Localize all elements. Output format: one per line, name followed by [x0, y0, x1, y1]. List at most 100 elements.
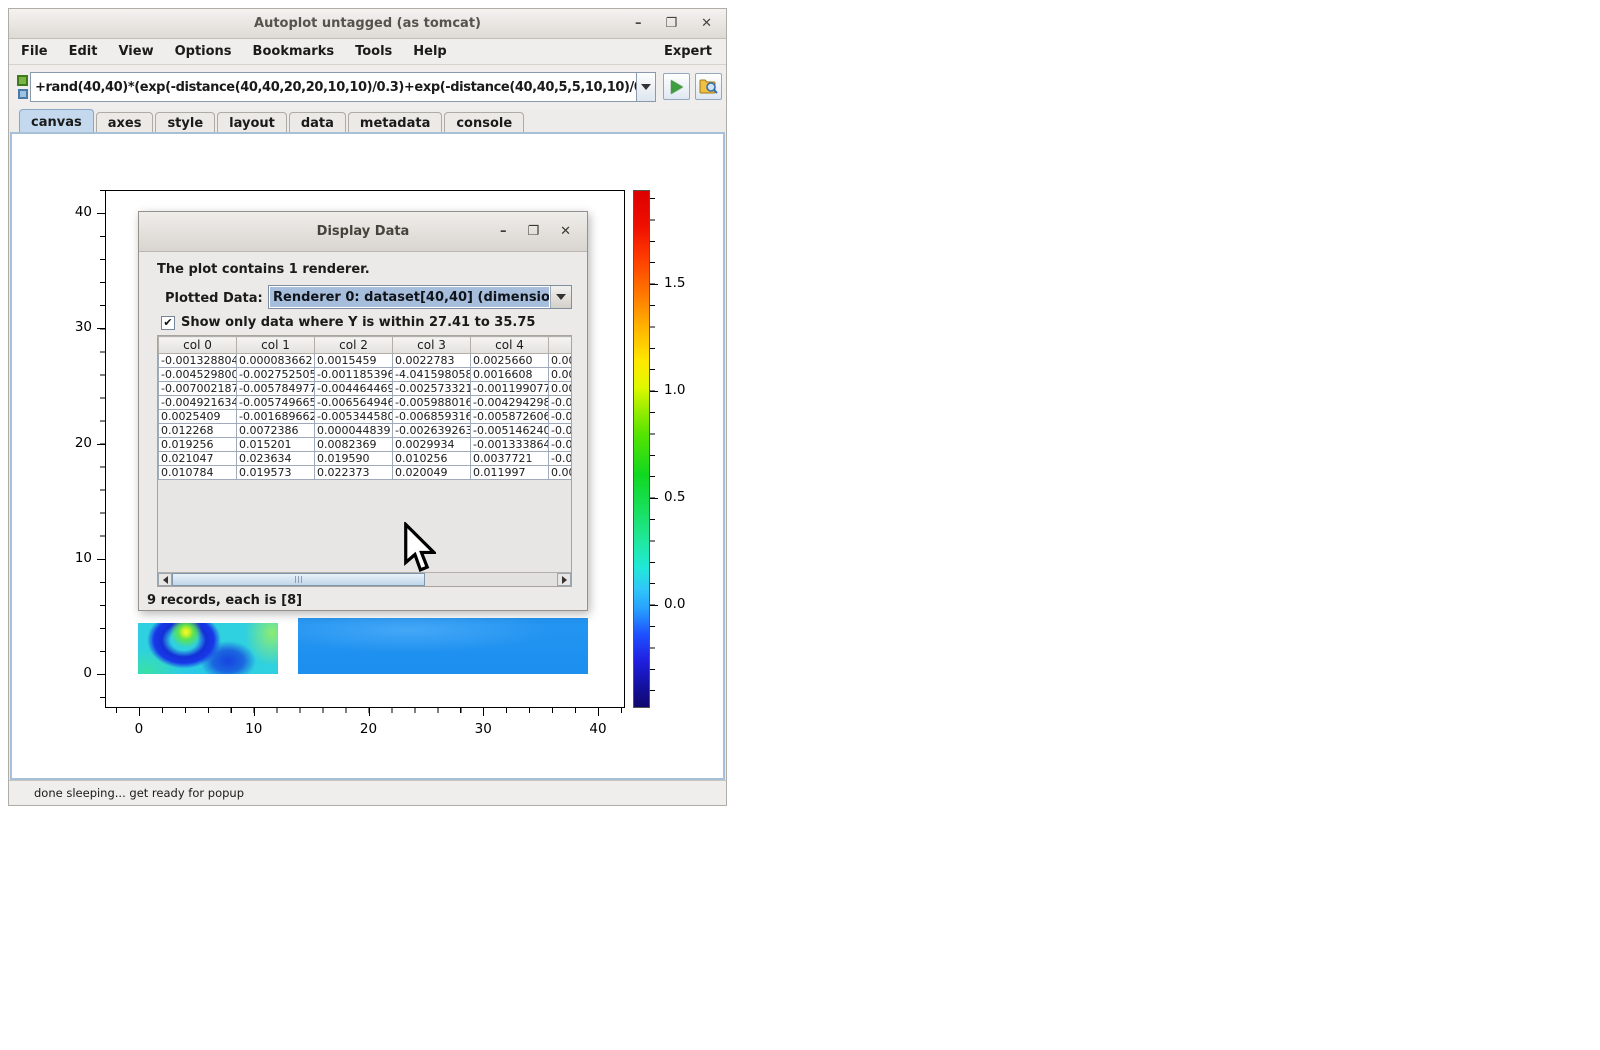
table-cell[interactable]: -0.005749665... — [237, 396, 315, 410]
table-cell[interactable]: 0.0015459 — [315, 354, 393, 368]
dialog-close-icon[interactable]: ✕ — [560, 225, 571, 238]
table-cell[interactable]: -0.004921634... — [159, 396, 237, 410]
table-cell[interactable]: 0.023634 — [237, 452, 315, 466]
tab-style[interactable]: style — [155, 112, 215, 132]
table-cell[interactable]: -0.004464469... — [315, 382, 393, 396]
table-cell[interactable]: -0.002639263... — [393, 424, 471, 438]
table-cell[interactable]: -0.007002187... — [159, 382, 237, 396]
table-cell[interactable]: -0.001328804... — [159, 354, 237, 368]
table-cell[interactable]: -0.001199077... — [471, 382, 549, 396]
expert-toggle[interactable]: Expert — [664, 44, 712, 59]
table-cell[interactable]: -0.0 — [549, 452, 573, 466]
menu-view[interactable]: View — [118, 44, 153, 59]
table-cell[interactable]: -0.002573321... — [393, 382, 471, 396]
column-header[interactable]: col 4 — [471, 337, 549, 354]
tab-axes[interactable]: axes — [96, 112, 154, 132]
minimize-icon[interactable]: – — [635, 17, 642, 30]
table-cell[interactable]: -0.002752505... — [237, 368, 315, 382]
table-cell[interactable]: 0.000044839 — [315, 424, 393, 438]
table-cell[interactable]: -0.005146240... — [471, 424, 549, 438]
table-cell[interactable]: -0.006859316... — [393, 410, 471, 424]
table-cell[interactable]: -0.0 — [549, 424, 573, 438]
scrollbar-track[interactable] — [172, 573, 557, 586]
table-cell[interactable]: -4.041598058... — [393, 368, 471, 382]
close-icon[interactable]: ✕ — [701, 17, 712, 30]
table-cell[interactable]: 0.022373 — [315, 466, 393, 480]
dialog-titlebar[interactable]: Display Data – ❐ ✕ — [139, 212, 587, 252]
table-cell[interactable]: 0.010256 — [393, 452, 471, 466]
dialog-minimize-icon[interactable]: – — [500, 225, 507, 238]
table-cell[interactable]: 0.0016608 — [471, 368, 549, 382]
table-cell[interactable]: 0.020049 — [393, 466, 471, 480]
plotted-data-combobox[interactable]: Renderer 0: dataset[40,40] (dimension... — [268, 285, 572, 309]
y-filter-checkbox[interactable] — [161, 316, 175, 330]
table-cell[interactable]: 0.0072386 — [237, 424, 315, 438]
menu-file[interactable]: File — [21, 44, 48, 59]
table-cell[interactable]: 0.00 — [549, 382, 573, 396]
column-header[interactable]: col 3 — [393, 337, 471, 354]
table-cell[interactable]: -0.001333864... — [471, 438, 549, 452]
table-cell[interactable]: -0.0 — [549, 438, 573, 452]
tab-layout[interactable]: layout — [217, 112, 287, 132]
uri-input[interactable]: +rand(40,40)*(exp(-distance(40,40,20,20,… — [30, 72, 636, 102]
table-cell[interactable]: -0.0 — [549, 396, 573, 410]
table-cell[interactable]: -0.001689662... — [237, 410, 315, 424]
tab-metadata[interactable]: metadata — [348, 112, 442, 132]
table-cell[interactable]: 0.0082369 — [315, 438, 393, 452]
table-cell[interactable]: -0.004529800... — [159, 368, 237, 382]
colorbar[interactable] — [633, 190, 650, 708]
table-cell[interactable]: 0.000083662 — [237, 354, 315, 368]
table-cell[interactable]: 0.015201 — [237, 438, 315, 452]
table-row: -0.007002187...-0.005784977...-0.0044644… — [159, 382, 573, 396]
table-cell[interactable]: -0.005784977... — [237, 382, 315, 396]
table-cell[interactable]: 0.00 — [549, 466, 573, 480]
table-cell[interactable]: -0.005988016... — [393, 396, 471, 410]
table-cell[interactable]: 0.0022783 — [393, 354, 471, 368]
uri-dropdown-button[interactable] — [636, 72, 656, 102]
tab-console[interactable]: console — [444, 112, 524, 132]
table-cell[interactable]: 0.0037721 — [471, 452, 549, 466]
table-cell[interactable]: 0.012268 — [159, 424, 237, 438]
table-cell[interactable]: -0.006564946... — [315, 396, 393, 410]
table-cell[interactable]: 0.00 — [549, 368, 573, 382]
dialog-maximize-icon[interactable]: ❐ — [527, 225, 539, 238]
scroll-left-button[interactable] — [158, 573, 172, 586]
tab-data[interactable]: data — [289, 112, 346, 132]
table-cell[interactable]: 0.010784 — [159, 466, 237, 480]
column-header[interactable]: col 1 — [237, 337, 315, 354]
column-header[interactable] — [549, 337, 573, 354]
table-cell[interactable]: 0.0029934 — [393, 438, 471, 452]
table-cell[interactable]: -0.001185396... — [315, 368, 393, 382]
combobox-arrow-button[interactable] — [550, 286, 571, 308]
table-cell[interactable]: 0.019256 — [159, 438, 237, 452]
table-cell[interactable]: -0.005872606... — [471, 410, 549, 424]
horizontal-scrollbar[interactable] — [158, 572, 571, 586]
inspect-file-button[interactable] — [695, 73, 722, 100]
scroll-right-button[interactable] — [557, 573, 571, 586]
menu-options[interactable]: Options — [175, 44, 232, 59]
menu-edit[interactable]: Edit — [69, 44, 98, 59]
table-cell[interactable]: 0.011997 — [471, 466, 549, 480]
table-cell[interactable]: -0.004294298... — [471, 396, 549, 410]
maximize-icon[interactable]: ❐ — [665, 17, 677, 30]
table-cell[interactable]: 0.0025660 — [471, 354, 549, 368]
table-cell[interactable]: 0.021047 — [159, 452, 237, 466]
column-header[interactable]: col 2 — [315, 337, 393, 354]
blue-square-icon — [18, 89, 28, 99]
menu-help[interactable]: Help — [413, 44, 446, 59]
column-header[interactable]: col 0 — [159, 337, 237, 354]
window-title: Autoplot untagged (as tomcat) — [254, 16, 481, 31]
table-cell[interactable]: 0.0025409 — [159, 410, 237, 424]
uri-toolbar: +rand(40,40)*(exp(-distance(40,40,20,20,… — [9, 65, 726, 109]
window-titlebar[interactable]: Autoplot untagged (as tomcat) – ❐ ✕ — [9, 9, 726, 39]
table-cell[interactable]: 0.019590 — [315, 452, 393, 466]
go-button[interactable] — [663, 73, 690, 100]
tab-canvas[interactable]: canvas — [19, 109, 94, 132]
table-cell[interactable]: 0.019573 — [237, 466, 315, 480]
table-cell[interactable]: -0.0 — [549, 410, 573, 424]
menu-bookmarks[interactable]: Bookmarks — [253, 44, 335, 59]
table-cell[interactable]: 0.00 — [549, 354, 573, 368]
table-cell[interactable]: -0.005344580... — [315, 410, 393, 424]
menu-tools[interactable]: Tools — [355, 44, 392, 59]
scrollbar-thumb[interactable] — [172, 573, 425, 586]
